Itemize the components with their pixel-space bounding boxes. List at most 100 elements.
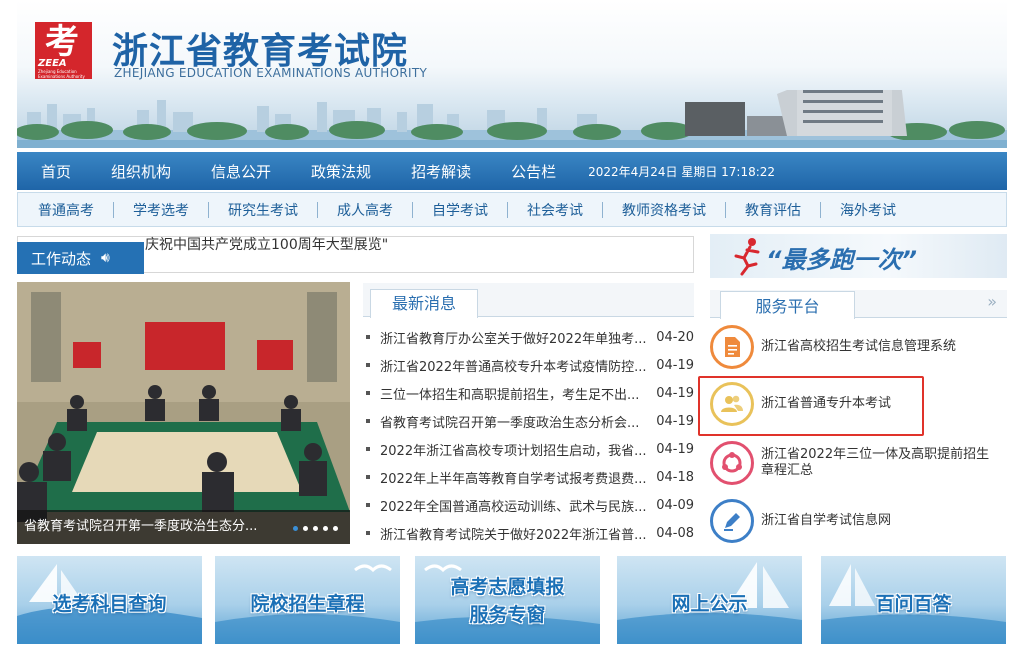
slider-dot[interactable]: [323, 526, 328, 531]
site-subtitle: ZHEJIANG EDUCATION EXAMINATIONS AUTHORIT…: [114, 66, 428, 80]
bullet-icon: [366, 503, 370, 507]
subnav-item-teacher-cert[interactable]: 教师资格考试: [622, 200, 706, 220]
nav-item-organization[interactable]: 组织机构: [91, 161, 191, 182]
header-banner: 考 ZEEA Zhejiang Education Examinations A…: [17, 0, 1007, 148]
news-item[interactable]: 2022年全国普通高校运动训练、武术与民族... 04-09: [363, 491, 694, 519]
banner-slogan: “最多跑一次”: [766, 246, 917, 274]
tile-label: 选考科目查询: [52, 593, 167, 615]
selection-highlight: [698, 376, 924, 436]
bullet-icon: [366, 531, 370, 535]
nav-item-policies[interactable]: 政策法规: [291, 161, 391, 182]
latest-news-panel: 最新消息 浙江省教育厅办公室关于做好2022年单独考... 04-20 浙江省20…: [363, 283, 694, 545]
nav-item-bulletin[interactable]: 公告栏: [491, 161, 576, 182]
work-news-ticker: 工作动态 🔊︎ 庆祝中国共产党成立100周年大型展览": [17, 234, 694, 274]
nav-item-info-disclosure[interactable]: 信息公开: [191, 161, 291, 182]
news-date: 04-09: [656, 497, 694, 513]
subnav-item-xuekao[interactable]: 学考选考: [133, 200, 189, 220]
slider-dots: [293, 526, 338, 531]
news-item[interactable]: 三位一体招生和高职提前招生，考生足不出... 04-19: [363, 379, 694, 407]
news-title[interactable]: 2022年上半年高等教育自学考试报考费退费...: [380, 468, 650, 487]
logo-abbr: ZEEA: [38, 58, 67, 69]
news-date: 04-19: [656, 441, 694, 457]
ticker-headline[interactable]: 庆祝中国共产党成立100周年大型展览": [145, 234, 388, 254]
ticker-label-text: 工作动态: [31, 249, 92, 268]
tab-service-platform[interactable]: 服务平台: [720, 291, 855, 319]
slider-dot[interactable]: [333, 526, 338, 531]
news-title[interactable]: 三位一体招生和高职提前招生，考生足不出...: [380, 384, 650, 403]
document-icon: [710, 325, 754, 369]
subnav-item-adult[interactable]: 成人高考: [337, 200, 393, 220]
tile-label: 高考志愿填报: [450, 576, 565, 598]
tile-online-publicity[interactable]: 网上公示: [617, 556, 802, 644]
cycle-icon: [710, 441, 754, 485]
zeea-logo[interactable]: 考 ZEEA Zhejiang Education Examinations A…: [35, 22, 92, 79]
subnav-divider: [602, 201, 603, 218]
tile-subject-query[interactable]: 选考科目查询: [17, 556, 202, 644]
speaker-icon: 🔊︎: [101, 250, 110, 266]
news-tabbar: 最新消息: [363, 283, 694, 318]
subnav-item-self-study[interactable]: 自学考试: [432, 200, 488, 220]
subnav-item-overseas[interactable]: 海外考试: [840, 200, 896, 220]
news-list: 浙江省教育厅办公室关于做好2022年单独考... 04-20 浙江省2022年普通…: [363, 323, 694, 547]
news-item[interactable]: 2022年上半年高等教育自学考试报考费退费... 04-18: [363, 463, 694, 491]
city-skyline-illustration: [17, 90, 1007, 148]
subnav-divider: [507, 201, 508, 218]
slider-dot[interactable]: [303, 526, 308, 531]
news-item[interactable]: 浙江省2022年普通高校专升本考试疫情防控... 04-19: [363, 351, 694, 379]
news-title[interactable]: 浙江省2022年普通高校专升本考试疫情防控...: [380, 356, 650, 375]
tile-college-charter[interactable]: 院校招生章程: [215, 556, 400, 644]
tile-label: 百问百答: [875, 593, 952, 615]
news-item[interactable]: 省教育考试院召开第一季度政治生态分析会... 04-19: [363, 407, 694, 435]
slider-dot[interactable]: [313, 526, 318, 531]
service-item-sanweiyiti[interactable]: 浙江省2022年三位一体及高职提前招生章程汇总: [710, 441, 1007, 485]
logo-small-text: Zhejiang Education Examinations Authorit…: [38, 69, 85, 79]
service-label[interactable]: 浙江省自学考试信息网: [761, 513, 1001, 529]
pen-icon: [710, 499, 754, 543]
subnav-divider: [317, 201, 318, 218]
service-item-admission-system[interactable]: 浙江省高校招生考试信息管理系统: [710, 325, 1007, 369]
meeting-photo: [17, 282, 350, 544]
service-item-self-study-net[interactable]: 浙江省自学考试信息网: [710, 499, 1007, 543]
logo-glyph: 考: [45, 22, 79, 62]
news-title[interactable]: 省教育考试院召开第一季度政治生态分析会...: [380, 412, 650, 431]
subnav-divider: [725, 201, 726, 218]
news-title[interactable]: 浙江省教育厅办公室关于做好2022年单独考...: [380, 328, 650, 347]
news-date: 04-08: [656, 525, 694, 541]
nav-item-home[interactable]: 首页: [17, 161, 91, 182]
subnav-item-graduate[interactable]: 研究生考试: [228, 200, 298, 220]
tab-latest-news[interactable]: 最新消息: [370, 289, 478, 318]
tile-label-line2: 服务专窗: [469, 604, 546, 626]
news-title[interactable]: 浙江省教育考试院关于做好2022年浙江省普...: [380, 524, 650, 543]
news-title[interactable]: 2022年浙江省高校专项计划招生启动，我省...: [380, 440, 650, 459]
bullet-icon: [366, 447, 370, 451]
nav-item-admissions-explained[interactable]: 招考解读: [391, 161, 491, 182]
news-date: 04-18: [656, 469, 694, 485]
service-label[interactable]: 浙江省2022年三位一体及高职提前招生章程汇总: [761, 447, 1001, 479]
subnav-item-gaokao[interactable]: 普通高考: [38, 200, 94, 220]
bullet-icon: [366, 419, 370, 423]
sub-nav: 普通高考 学考选考 研究生考试 成人高考 自学考试 社会考试 教师资格考试 教育…: [17, 192, 1007, 227]
zuiduopaoyici-banner[interactable]: “最多跑一次”: [710, 234, 1007, 278]
news-title[interactable]: 2022年全国普通高校运动训练、武术与民族...: [380, 496, 650, 515]
news-date: 04-19: [656, 357, 694, 373]
tile-faq[interactable]: 百问百答: [821, 556, 1006, 644]
tile-application-service[interactable]: 高考志愿填报 服务专窗: [415, 556, 600, 644]
subnav-divider: [113, 201, 114, 218]
more-icon[interactable]: »: [987, 292, 997, 311]
news-item[interactable]: 2022年浙江省高校专项计划招生启动，我省... 04-19: [363, 435, 694, 463]
news-date: 04-19: [656, 413, 694, 429]
main-nav: 首页 组织机构 信息公开 政策法规 招考解读 公告栏 2022年4月24日 星期…: [17, 152, 1007, 190]
tile-label: 网上公示: [671, 593, 748, 615]
bullet-icon: [366, 363, 370, 367]
news-date: 04-19: [656, 385, 694, 401]
service-tabbar: 服务平台 »: [710, 290, 1007, 319]
subnav-item-evaluation[interactable]: 教育评估: [745, 200, 801, 220]
news-item[interactable]: 浙江省教育考试院关于做好2022年浙江省普... 04-08: [363, 519, 694, 547]
slider-dot[interactable]: [293, 526, 298, 531]
news-photo-slider[interactable]: 省教育考试院召开第一季度政治生态分...: [17, 282, 350, 544]
subnav-divider: [412, 201, 413, 218]
ticker-label: 工作动态 🔊︎: [17, 242, 144, 274]
subnav-item-social[interactable]: 社会考试: [527, 200, 583, 220]
news-item[interactable]: 浙江省教育厅办公室关于做好2022年单独考... 04-20: [363, 323, 694, 351]
service-label[interactable]: 浙江省高校招生考试信息管理系统: [761, 339, 1001, 355]
